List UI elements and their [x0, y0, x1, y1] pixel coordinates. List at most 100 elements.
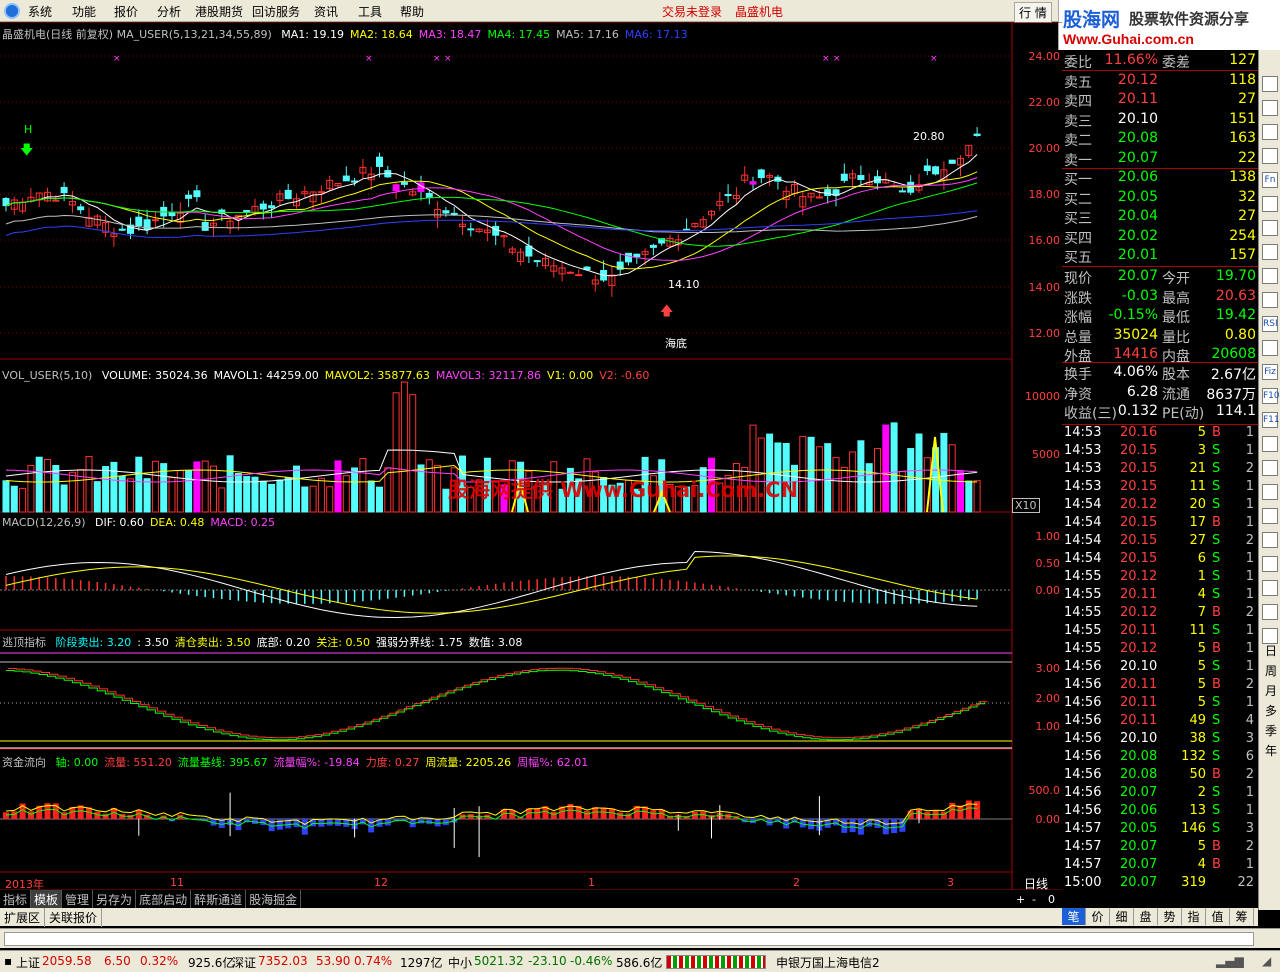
zoom-reset-button[interactable]: 0 — [1048, 893, 1055, 906]
order-book-row[interactable]: 买四 20.02 254 — [1062, 228, 1258, 247]
detail-tab[interactable]: 势 — [1158, 908, 1182, 925]
tick-row[interactable]: 14:54 20.15 6 S 1 — [1062, 551, 1258, 569]
detail-tab[interactable]: 细 — [1110, 908, 1134, 925]
tick-row[interactable]: 14:54 20.12 20 S 1 — [1062, 497, 1258, 515]
stat-row[interactable]: 总量 35024 量比 0.80 — [1062, 327, 1258, 346]
tick-row[interactable]: 14:53 20.15 3 S 1 — [1062, 443, 1258, 461]
detail-tab[interactable]: 盘 — [1134, 908, 1158, 925]
toolbar-icon[interactable] — [1262, 436, 1278, 452]
order-ratio-row[interactable]: 委比 11.66% 委差 127 — [1062, 52, 1258, 71]
tick-row[interactable]: 14:56 20.11 5 S 1 — [1062, 695, 1258, 713]
order-book-row[interactable]: 卖四 20.11 27 — [1062, 91, 1258, 110]
f10-icon[interactable]: F10 — [1262, 388, 1280, 404]
tick-row[interactable]: 14:54 20.15 27 S 2 — [1062, 533, 1258, 551]
toolbar-icon[interactable] — [1262, 196, 1278, 212]
toolbar-icon[interactable] — [1262, 460, 1278, 476]
indicator-tab[interactable]: 底部启动 — [136, 890, 192, 909]
toolbar-icon[interactable] — [1262, 532, 1278, 548]
tick-row[interactable]: 14:55 20.12 5 B 1 — [1062, 641, 1258, 659]
rsi-icon[interactable]: RSI — [1262, 316, 1278, 332]
tick-row[interactable]: 14:55 20.12 7 B 2 — [1062, 605, 1258, 623]
tick-row[interactable]: 14:57 20.07 5 B 2 — [1062, 839, 1258, 857]
extension-tab[interactable]: 扩展区 — [0, 908, 46, 927]
indicator-tab[interactable]: 管理 — [62, 890, 94, 909]
period-switch[interactable]: 年 — [1263, 742, 1279, 759]
order-book-row[interactable]: 买五 20.01 157 — [1062, 247, 1258, 266]
tick-row[interactable]: 14:54 20.15 17 B 1 — [1062, 515, 1258, 533]
tick-row[interactable]: 14:53 20.15 11 S 1 — [1062, 479, 1258, 497]
indicator-tab[interactable]: 指标 — [0, 890, 32, 909]
tick-row[interactable]: 14:56 20.10 38 S 3 — [1062, 731, 1258, 749]
toolbar-icon[interactable] — [1262, 244, 1278, 260]
order-book-row[interactable]: 买三 20.04 27 — [1062, 208, 1258, 227]
menu-analysis[interactable]: 分析 — [157, 3, 181, 20]
app-logo-icon[interactable] — [4, 3, 20, 19]
order-book-row[interactable]: 买二 20.05 32 — [1062, 189, 1258, 208]
tick-row[interactable]: 14:55 20.11 4 S 1 — [1062, 587, 1258, 605]
period-switch[interactable]: 多 — [1263, 702, 1279, 719]
toolbar-icon[interactable] — [1262, 340, 1278, 356]
period-switch[interactable]: 月 — [1263, 682, 1279, 699]
toolbar-icon[interactable] — [1262, 220, 1278, 236]
fundamental-row[interactable]: 换手 4.06% 股本 2.67亿 — [1062, 364, 1258, 383]
detail-tab[interactable]: 笔 — [1062, 908, 1086, 925]
stat-row[interactable]: 涨跌 -0.03 最高 20.63 — [1062, 288, 1258, 307]
menu-tools[interactable]: 工具 — [358, 3, 382, 20]
detail-tab[interactable]: 值 — [1206, 908, 1230, 925]
menu-callback[interactable]: 回访服务 — [252, 3, 300, 20]
detail-tab[interactable]: 价 — [1086, 908, 1110, 925]
extension-tab[interactable]: 关联报价 — [45, 908, 103, 927]
toolbar-icon[interactable] — [1262, 148, 1278, 164]
tick-row[interactable]: 14:57 20.07 4 B 1 — [1062, 857, 1258, 875]
toolbar-icon[interactable] — [1262, 484, 1278, 500]
tick-row[interactable]: 14:57 20.05 146 S 3 — [1062, 821, 1258, 839]
toolbar-icon[interactable] — [1262, 292, 1278, 308]
tick-row[interactable]: 14:55 20.11 11 S 1 — [1062, 623, 1258, 641]
toolbar-icon[interactable] — [1262, 556, 1278, 572]
fiz-icon[interactable]: Fiz — [1262, 364, 1278, 380]
stat-row[interactable]: 现价 20.07 今开 19.70 — [1062, 268, 1258, 287]
toolbar-icon[interactable] — [1262, 76, 1278, 92]
tick-row[interactable]: 14:56 20.11 49 S 4 — [1062, 713, 1258, 731]
status-server[interactable]: 申银万国上海电信2 — [776, 954, 880, 971]
detail-tab[interactable]: 筹 — [1230, 908, 1254, 925]
trade-login-status[interactable]: 交易未登录 — [662, 3, 722, 20]
order-book-row[interactable]: 卖二 20.08 163 — [1062, 130, 1258, 149]
order-book-row[interactable]: 卖三 20.10 151 — [1062, 111, 1258, 130]
f11-icon[interactable]: F11 — [1262, 412, 1280, 428]
menu-quote[interactable]: 报价 — [114, 3, 138, 20]
toolbar-icon[interactable] — [1262, 100, 1278, 116]
brand-url[interactable]: Www.Guhai.com.cn — [1063, 31, 1194, 47]
indicator-tab[interactable]: 另存为 — [93, 890, 137, 909]
fn-icon[interactable]: Fn — [1262, 172, 1278, 188]
tick-row[interactable]: 14:56 20.08 132 S 6 — [1062, 749, 1258, 767]
status-resize-icon[interactable]: ◢ — [1262, 954, 1271, 968]
fundamental-row[interactable]: 净资 6.28 流通 8637万 — [1062, 384, 1258, 403]
detail-tab[interactable]: 指 — [1182, 908, 1206, 925]
scrollbar-track[interactable] — [4, 932, 1254, 946]
period-switch[interactable]: 季 — [1263, 722, 1279, 739]
tick-row[interactable]: 15:00 20.07 319 22 — [1062, 875, 1258, 893]
menu-help[interactable]: 帮助 — [400, 3, 424, 20]
toolbar-icon[interactable] — [1262, 580, 1278, 596]
tick-row[interactable]: 14:53 20.16 5 B 1 — [1062, 425, 1258, 443]
tick-row[interactable]: 14:56 20.11 5 B 2 — [1062, 677, 1258, 695]
stat-row[interactable]: 外盘 14416 内盘 20608 — [1062, 346, 1258, 365]
period-switch[interactable]: 周 — [1263, 662, 1279, 679]
tick-row[interactable]: 14:53 20.15 21 S 2 — [1062, 461, 1258, 479]
zoom-in-button[interactable]: + — [1016, 893, 1025, 906]
quote-button[interactable]: 行 情 — [1014, 2, 1052, 23]
order-book-row[interactable]: 买一 20.06 138 — [1062, 169, 1258, 188]
fundamental-row[interactable]: 收益(三) 0.132 PE(动) 114.1 — [1062, 403, 1258, 422]
order-book-row[interactable]: 卖一 20.07 22 — [1062, 150, 1258, 169]
tick-row[interactable]: 14:55 20.12 1 S 1 — [1062, 569, 1258, 587]
zoom-out-button[interactable]: - — [1032, 893, 1036, 906]
period-switch[interactable]: 日 — [1263, 642, 1279, 659]
toolbar-icon[interactable] — [1262, 124, 1278, 140]
horizontal-scrollbar[interactable] — [0, 928, 1280, 948]
toolbar-icon[interactable] — [1262, 604, 1278, 620]
indicator-tab[interactable]: 股海掘金 — [246, 890, 302, 909]
menu-system[interactable]: 系统 — [28, 3, 52, 20]
toolbar-icon[interactable] — [1262, 508, 1278, 524]
period-label[interactable]: 日线 — [1024, 875, 1048, 892]
